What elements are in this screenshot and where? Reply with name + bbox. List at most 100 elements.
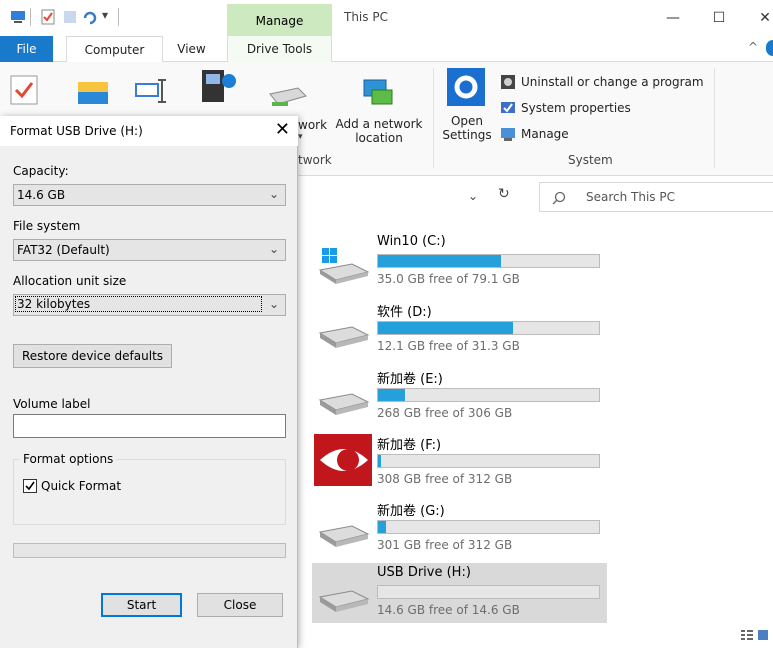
drive-usage-fill (378, 521, 386, 533)
computer-icon[interactable] (10, 9, 26, 25)
filesystem-value: FAT32 (Default) (17, 243, 110, 257)
chevron-down-icon: ⌄ (268, 187, 279, 201)
windows-drive-icon (318, 248, 370, 284)
manage-tab-label: Manage (255, 14, 304, 28)
format-progress-bar (13, 543, 286, 558)
map-network-dropdown-icon[interactable]: ▾ (298, 132, 303, 142)
open-settings-button[interactable]: Open Settings (440, 114, 494, 142)
system-properties-icon (501, 102, 515, 113)
format-options-group: Format options Quick Format (13, 452, 286, 525)
manage-contextual-tab[interactable]: Manage (227, 4, 332, 36)
chevron-down-icon: ⌄ (268, 297, 279, 311)
capacity-select[interactable]: 14.6 GB ⌄ (13, 184, 286, 206)
drive-name: 新加卷 (F:) (377, 438, 442, 453)
drive-usage-bar (377, 254, 600, 268)
collapse-ribbon-icon[interactable]: ^ (748, 40, 758, 54)
drive-usage-bar (377, 388, 600, 402)
drive-usage-fill (378, 322, 514, 334)
search-box[interactable]: Search This PC (539, 182, 773, 212)
tab-view[interactable]: View (163, 36, 220, 62)
drive-item-f[interactable]: 新加卷 (F:) 308 GB free of 312 GB (312, 432, 607, 498)
manage-button[interactable]: Manage (521, 127, 569, 141)
drive-free-space: 308 GB free of 312 GB (377, 472, 513, 486)
custom-drive-icon (314, 434, 372, 486)
disk-drive-icon (318, 393, 370, 415)
qat-separator (30, 8, 31, 26)
dialog-close-icon[interactable]: ✕ (275, 119, 290, 140)
volume-label: Volume label (13, 397, 91, 411)
tab-drive-tools[interactable]: Drive Tools (227, 36, 332, 62)
drive-name: 新加卷 (E:) (377, 372, 443, 387)
volume-label-input[interactable] (13, 414, 286, 438)
tab-computer[interactable]: Computer (66, 36, 163, 63)
qat-dropdown-icon[interactable]: ▾ (102, 8, 108, 22)
drive-item-g[interactable]: 新加卷 (G:) 301 GB free of 312 GB (312, 498, 607, 564)
settings-gear-icon[interactable] (447, 68, 485, 106)
refresh-icon[interactable]: ↻ (498, 186, 510, 202)
qat-separator (118, 8, 119, 26)
manage-icon (501, 128, 515, 141)
format-dialog: Format USB Drive (H:) ✕ Capacity: 14.6 G… (0, 116, 298, 648)
restore-defaults-button[interactable]: Restore device defaults (13, 344, 172, 368)
access-media-icon[interactable] (198, 66, 238, 106)
undo-icon[interactable] (82, 9, 98, 25)
drive-name: 新加卷 (G:) (377, 504, 445, 519)
allocation-select[interactable]: 32 kilobytes ⌄ (13, 294, 286, 316)
new-folder-icon[interactable] (62, 9, 78, 25)
drive-name: USB Drive (H:) (377, 565, 471, 580)
uninstall-program-button[interactable]: Uninstall or change a program (521, 75, 704, 89)
maximize-button[interactable]: ☐ (696, 6, 742, 30)
properties-large-icon[interactable] (8, 74, 40, 106)
drive-item-h-selected[interactable]: USB Drive (H:) 14.6 GB free of 14.6 GB (312, 563, 607, 623)
search-placeholder: Search This PC (586, 190, 675, 204)
drive-free-space: 35.0 GB free of 79.1 GB (377, 272, 520, 286)
quick-format-checkbox[interactable] (23, 479, 37, 493)
disk-drive-icon (318, 326, 370, 348)
drive-usage-bar (377, 454, 600, 468)
quick-format-label[interactable]: Quick Format (41, 479, 121, 493)
map-network-drive-icon[interactable] (268, 86, 308, 108)
drive-usage-fill (378, 255, 502, 267)
window-title: This PC (344, 10, 388, 24)
minimize-button[interactable]: — (650, 6, 696, 30)
filesystem-select[interactable]: FAT32 (Default) ⌄ (13, 239, 286, 261)
chevron-down-icon: ⌄ (268, 242, 279, 256)
system-group-label: System (568, 153, 613, 167)
add-network-location-line1: Add a network (335, 117, 423, 131)
ribbon-separator (714, 68, 715, 168)
address-dropdown-icon[interactable]: ⌄ (468, 189, 478, 203)
ribbon-tabs: File Computer View Drive Tools ^ (0, 36, 773, 63)
disk-drive-icon (318, 525, 370, 547)
drive-item-c[interactable]: Win10 (C:) 35.0 GB free of 79.1 GB (312, 232, 607, 298)
dialog-title: Format USB Drive (H:) (10, 124, 143, 138)
drive-item-e[interactable]: 新加卷 (E:) 268 GB free of 306 GB (312, 366, 607, 432)
add-network-location-icon[interactable] (360, 78, 396, 110)
help-icon[interactable] (766, 40, 773, 56)
open-folder-icon[interactable] (76, 76, 110, 106)
checkmark-icon (25, 481, 35, 491)
start-button[interactable]: Start (101, 593, 182, 617)
view-details-icon[interactable] (740, 628, 770, 642)
search-icon (552, 191, 566, 205)
format-options-label: Format options (20, 452, 117, 466)
drive-usage-fill (378, 455, 381, 467)
open-settings-line1: Open (450, 114, 484, 128)
system-properties-button[interactable]: System properties (521, 101, 631, 115)
rename-icon[interactable] (134, 78, 174, 104)
drive-usage-bar (377, 520, 600, 534)
usb-drive-icon (318, 590, 370, 612)
drive-free-space: 12.1 GB free of 31.3 GB (377, 339, 520, 353)
tab-file[interactable]: File (0, 36, 53, 62)
close-button[interactable]: Close (197, 593, 283, 617)
drive-item-d[interactable]: 软件 (D:) 12.1 GB free of 31.3 GB (312, 299, 607, 365)
allocation-value: 32 kilobytes (15, 296, 262, 312)
filesystem-label: File system (13, 219, 81, 233)
add-network-location-line2: location (355, 131, 403, 145)
capacity-label: Capacity: (13, 164, 69, 178)
properties-icon[interactable] (40, 9, 56, 25)
open-settings-line2: Settings (442, 128, 492, 142)
add-network-location-button[interactable]: Add a network location (333, 117, 425, 145)
drive-name: Win10 (C:) (377, 234, 446, 249)
close-window-button[interactable]: ✕ (742, 6, 773, 30)
drive-free-space: 14.6 GB free of 14.6 GB (377, 603, 520, 617)
